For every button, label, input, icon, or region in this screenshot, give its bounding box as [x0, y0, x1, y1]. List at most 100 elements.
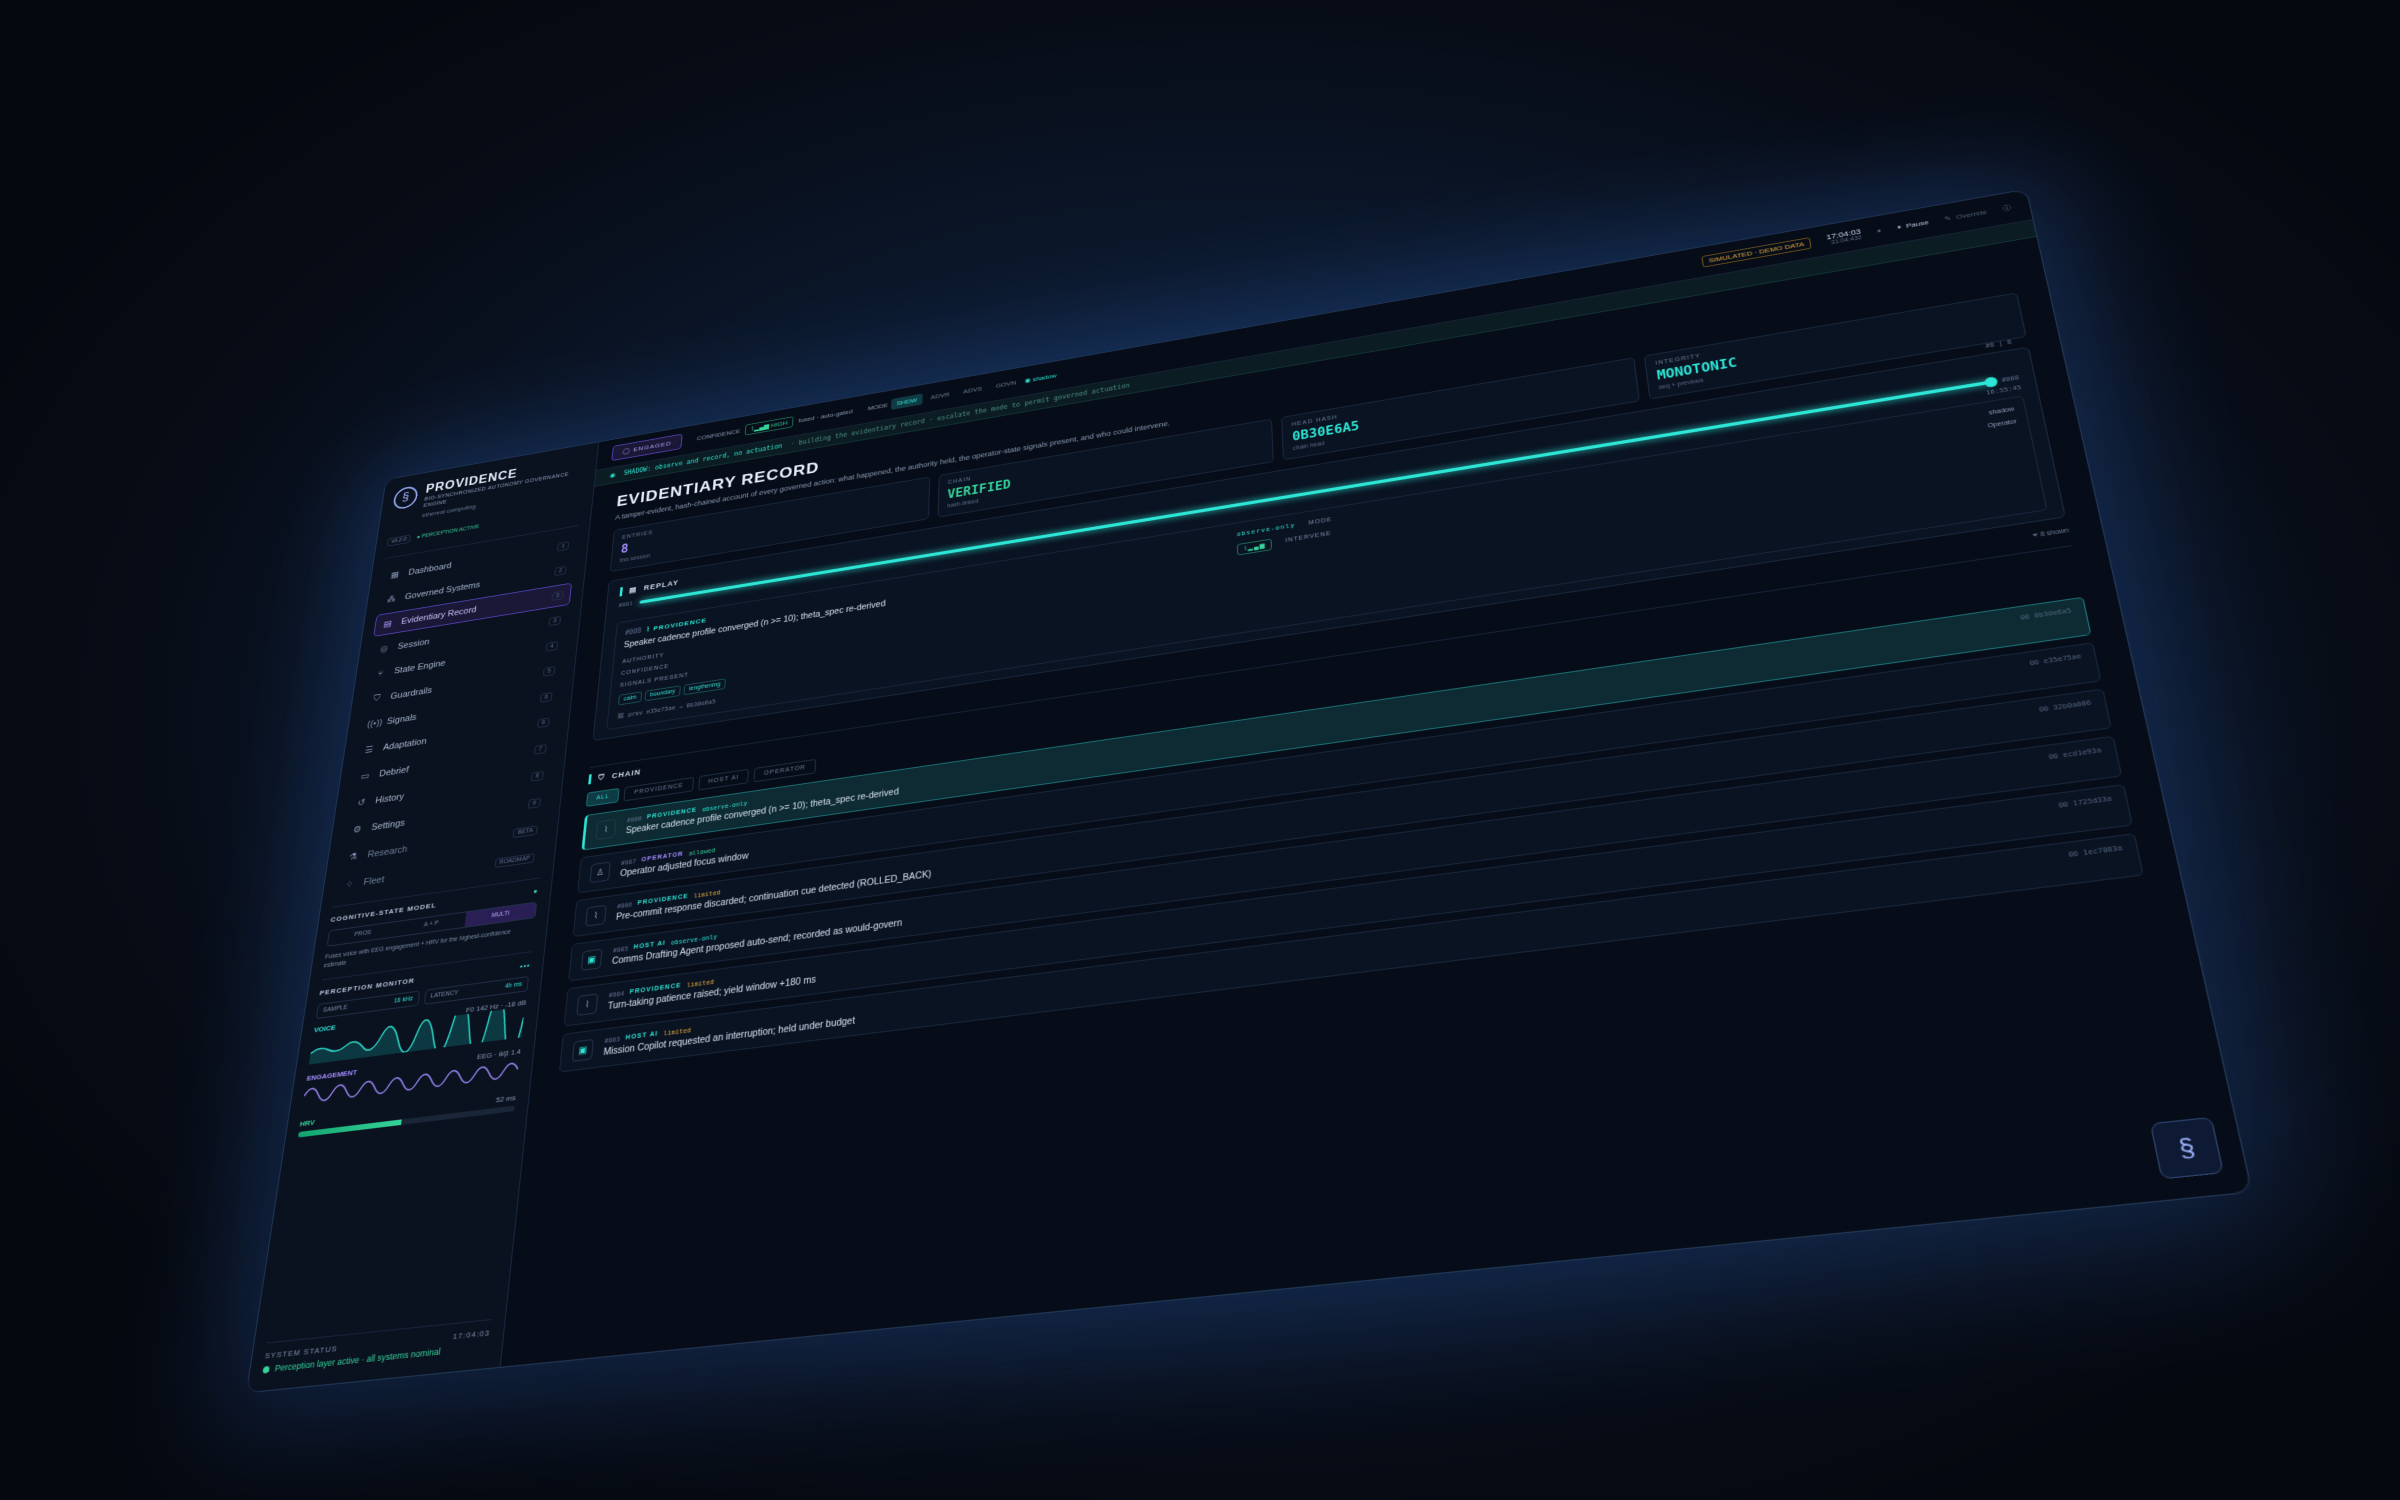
replay-end: #008 [2001, 374, 2020, 383]
hrv-label: HRV [299, 1118, 315, 1128]
row-hash: 00 e35e75ae [2029, 653, 2082, 668]
shown-count: 8 shown [2040, 528, 2070, 539]
row-number: #007 [621, 858, 637, 867]
help-icon[interactable]: ⓘ [2002, 203, 2012, 213]
page-content: EVIDENTIARY RECORD A tamper-evident, has… [501, 237, 2252, 1367]
signal-bars-icon: ⌇▂▄▆ [1237, 539, 1272, 556]
override-label: Override [1955, 208, 1987, 220]
sidebar-item-label: State Engine [393, 659, 446, 676]
sidebar-item-label: Dashboard [408, 561, 452, 577]
mode-state-label: shadow [1033, 372, 1057, 383]
sidebar-item-label: Research [367, 844, 408, 860]
chain-row-body: #007 OPERATOR allowed Operator adjusted foc… [620, 842, 750, 879]
main-area: ◯ ENGAGED CONFIDENCE ⌇▂▄▆ HIGH fused · a… [501, 190, 2252, 1367]
sliders-icon: ☰ [363, 744, 376, 756]
sidebar-item-label: Evidentiary Record [401, 605, 477, 626]
shortcut-key: 8 [531, 771, 544, 782]
mode-state: ◉ shadow [1025, 372, 1057, 384]
sample-label: SAMPLE [322, 1004, 347, 1013]
gear-icon: ⚙ [351, 823, 364, 835]
mode-shdw[interactable]: SHDW [891, 394, 922, 410]
tab-operator[interactable]: OPERATOR [754, 759, 816, 782]
sidebar-item-label: Settings [371, 818, 406, 833]
clipboard-icon: ▭ [359, 770, 372, 782]
eye-icon: ◉ [1025, 377, 1031, 385]
row-number: #004 [608, 990, 624, 999]
perception-monitor-panel: PERCEPTION MONITOR ••• SAMPLE 16 kHz LATEN… [298, 951, 532, 1137]
sample-value: 16 kHz [393, 996, 413, 1005]
pencil-icon: ✎ [1944, 215, 1952, 223]
tab-all[interactable]: ALL [586, 788, 620, 807]
row-hash: 00 1ec7083a [2068, 844, 2123, 859]
sidebar-item-label: Session [397, 637, 430, 651]
sidebar-item-label: History [375, 791, 405, 805]
brand: § PROVIDENCE BIO-SYNCHRONIZED AUTONOMY G… [389, 456, 586, 532]
status-dot-icon: ● [533, 887, 539, 895]
shield-icon: ⛉ [598, 773, 606, 783]
pulse-icon: ⌇ [576, 993, 598, 1016]
user-icon: ♙ [589, 862, 610, 884]
shield-icon: ⛉ [370, 693, 383, 705]
model-option-a-p[interactable]: A + P [396, 912, 467, 936]
chip-icon: ▣ [581, 949, 603, 971]
row-hash: 00 ecd1e93a [2048, 746, 2102, 761]
mode-label: MODE [868, 402, 889, 412]
engaged-label: ENGAGED [633, 440, 672, 453]
tab-host-ai[interactable]: HOST AI [698, 769, 749, 791]
chain-title-text: CHAIN [611, 768, 641, 781]
mode-label: MODE [1308, 516, 1332, 525]
radio-icon: ((•)) [367, 718, 380, 729]
search-icon[interactable]: ⌕ [1876, 227, 1882, 235]
signal-tag: lengthening [683, 678, 726, 695]
override-button[interactable]: ✎ Override [1944, 208, 1988, 222]
shortcut-key: 6 [540, 692, 553, 703]
sidebar-nav: ▦ Dashboard 1 ⁂ Governed Systems 2 ▤ Evidenti… [334, 525, 578, 898]
confidence-label: CONFIDENCE [697, 428, 741, 442]
row-state: limited [663, 1027, 691, 1038]
system-status-time: 17:04:03 [452, 1328, 490, 1341]
assistant-launcher-icon[interactable]: § [2150, 1117, 2224, 1180]
row-number: #006 [617, 901, 633, 910]
device-stage: § PROVIDENCE BIO-SYNCHRONIZED AUTONOMY G… [190, 215, 2240, 1355]
shortcut-key: 3 [549, 616, 561, 626]
pause-button[interactable]: ⏸ Pause [1896, 218, 1929, 231]
shortcut-key: 1 [557, 541, 569, 551]
intervene-label: INTERVENE [1285, 530, 1332, 543]
row-hash: 00 32b0a086 [2038, 699, 2092, 714]
pause-label: Pause [1905, 219, 1929, 230]
history-icon: ↺ [355, 796, 368, 808]
row-number: #005 [613, 945, 629, 954]
version-badge: v0.2.0 [387, 535, 411, 547]
mode-advr[interactable]: ADVR [925, 388, 954, 404]
pulse-icon: ⌇ [585, 905, 606, 927]
chip-icon: ▣ [572, 1039, 594, 1062]
beta-badge: BETA [513, 825, 538, 838]
shortcut-key: 3 [551, 591, 563, 601]
pulse-icon: ⌇ [595, 819, 616, 840]
sidebar-item-label: Governed Systems [404, 580, 480, 601]
signal-bars-icon: ⌇▂▄▆ [751, 423, 770, 433]
sidebar-item-label: Guardrails [390, 685, 433, 701]
activity-dots-icon: ••• [520, 961, 531, 970]
sidebar-item-label: Fleet [363, 874, 385, 887]
shortcut-key: 6 [537, 718, 550, 729]
latency-value: 4h ms [505, 981, 523, 989]
shortcut-key: 9 [528, 798, 541, 809]
nodes-icon: ⁂ [385, 593, 398, 605]
confidence-meta: fused · auto-gated [798, 408, 853, 424]
model-option-multi[interactable]: MULTI [465, 903, 536, 927]
signal-tag: calm [618, 691, 642, 705]
sidebar-item-label: Adaptation [382, 736, 427, 752]
mode-govn[interactable]: GOVN [990, 376, 1021, 392]
accent-bar [588, 774, 592, 784]
tab-providence[interactable]: PROVIDENCE [624, 777, 694, 801]
hrv-meta: 52 ms [495, 1093, 516, 1104]
filter-icon[interactable]: ⏷ [2032, 532, 2040, 540]
mode-advs[interactable]: ADVS [958, 382, 987, 398]
shortcut-key: 7 [534, 744, 547, 755]
ledger-icon: ▤ [629, 585, 638, 595]
confidence-chip: ⌇▂▄▆ HIGH [745, 416, 794, 435]
model-option-pros[interactable]: PROS [328, 922, 398, 946]
perception-status-label: PERCEPTION ACTIVE [421, 524, 479, 539]
eye-icon: ◉ [610, 472, 616, 479]
